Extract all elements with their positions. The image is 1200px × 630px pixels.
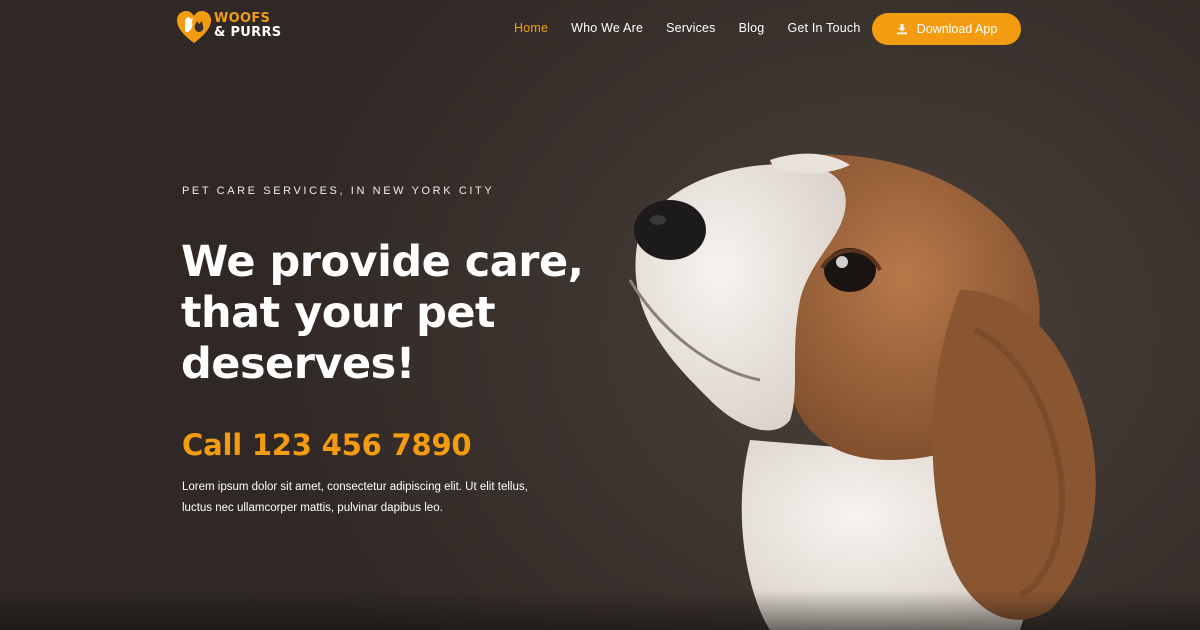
main-nav: Home Who We Are Services Blog Get In Tou… [514,21,884,35]
hero-headline: We provide care, that your pet deserves! [181,237,601,390]
hero-description: Lorem ipsum dolor sit amet, consectetur … [182,477,587,519]
download-app-button[interactable]: Download App [872,13,1021,45]
nav-item-blog[interactable]: Blog [739,21,765,35]
phone-call-link[interactable]: Call 123 456 7890 [182,428,472,462]
brand-wordmark: WOOFS & PURRS [214,12,281,40]
description-line-2: luctus nec ullamcorper mattis, pulvinar … [182,502,443,514]
brand-line-1: WOOFS [214,11,271,26]
description-line-1: Lorem ipsum dolor sit amet, consectetur … [182,481,528,493]
hero-section: WOOFS & PURRS Home Who We Are Services B… [0,0,1200,630]
heart-pet-icon [177,11,211,43]
nav-item-services[interactable]: Services [666,21,716,35]
download-app-label: Download App [916,22,998,36]
beagle-puppy-image [628,153,1096,630]
nav-item-get-in-touch[interactable]: Get In Touch [787,21,860,35]
nav-item-who-we-are[interactable]: Who We Are [571,21,643,35]
headline-line-3: deserves! [181,339,415,389]
brand-line-2: & PURRS [214,25,282,40]
headline-line-2: that your pet [181,288,496,338]
hero-eyebrow: PET CARE SERVICES, IN NEW YORK CITY [182,185,495,197]
headline-line-1: We provide care, [181,237,584,287]
brand-logo[interactable]: WOOFS & PURRS [176,10,286,46]
nav-item-home[interactable]: Home [514,21,548,35]
download-icon [896,24,907,35]
